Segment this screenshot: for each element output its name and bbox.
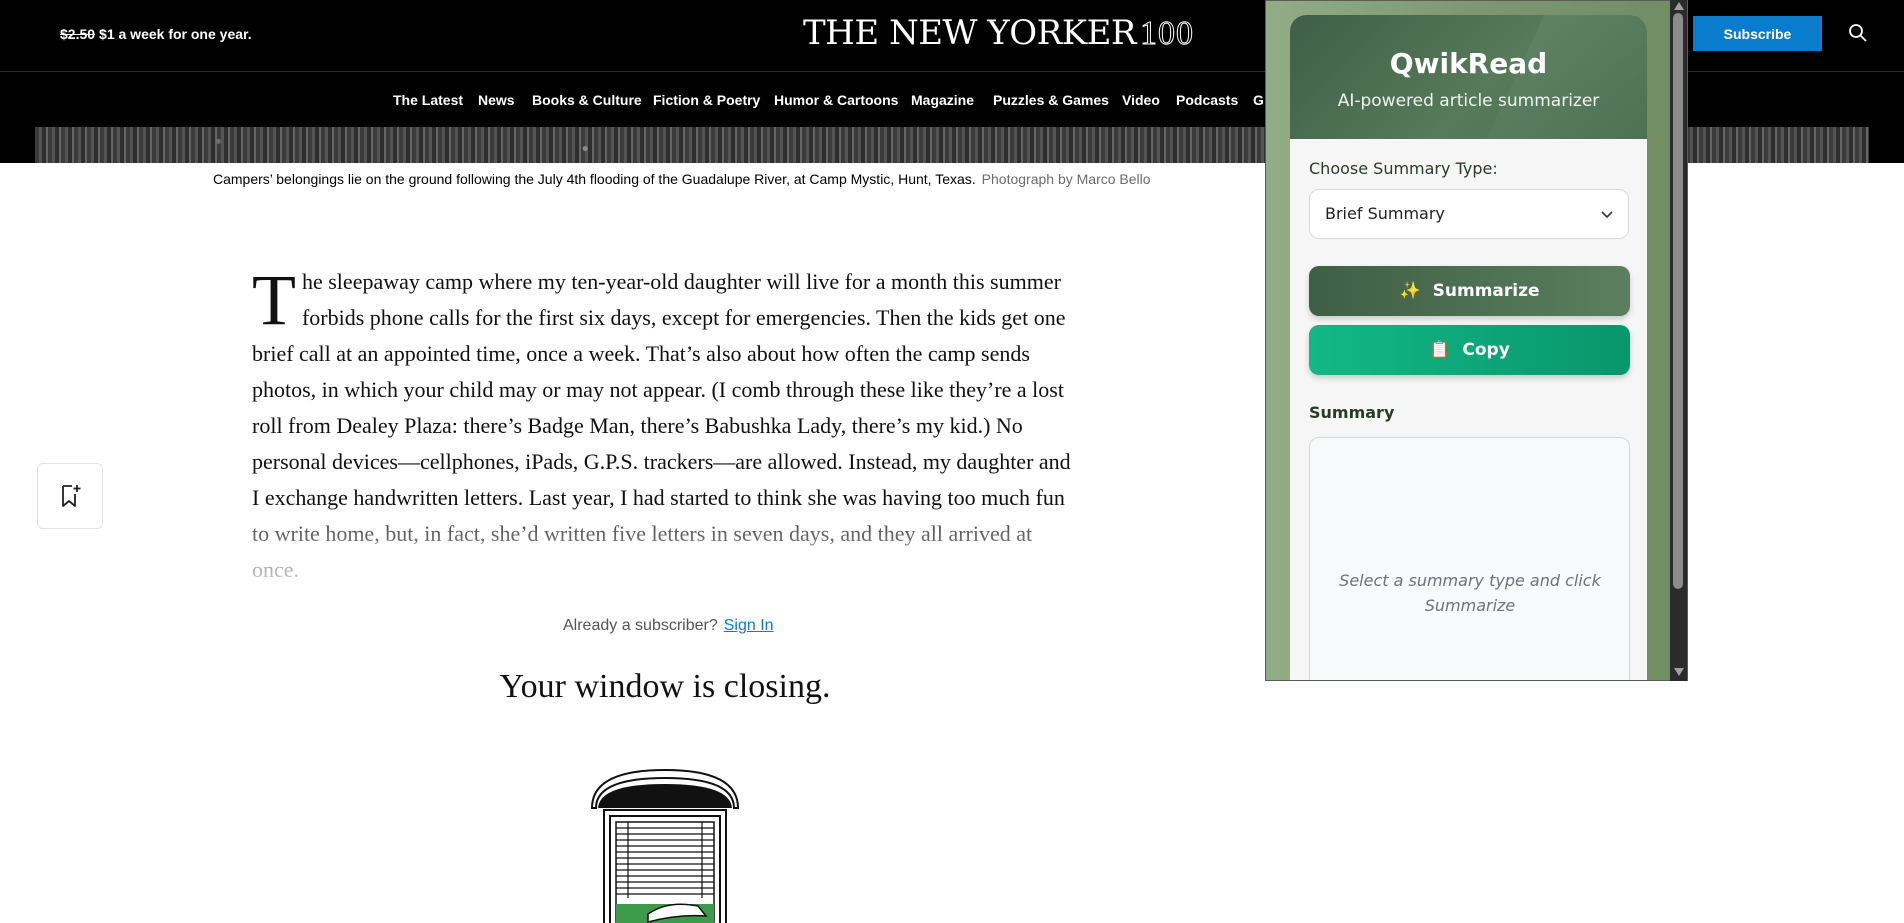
popup-scrollbar[interactable] — [1670, 0, 1687, 681]
summary-heading: Summary — [1309, 403, 1395, 422]
nav-item-news[interactable]: News — [478, 92, 515, 108]
subscribe-button[interactable]: Subscribe — [1693, 16, 1822, 51]
selected-summary-type: Brief Summary — [1325, 204, 1445, 223]
drop-cap: T — [252, 260, 296, 340]
chevron-down-icon — [1601, 211, 1613, 219]
copy-button[interactable]: 📋 Copy — [1309, 325, 1630, 375]
nav-item-the-latest[interactable]: The Latest — [393, 92, 463, 108]
search-icon[interactable] — [1848, 23, 1868, 43]
site-logo[interactable]: THE NEW YORKER 100 — [803, 13, 1194, 53]
nav-item-video[interactable]: Video — [1122, 92, 1160, 108]
scroll-down-arrow-icon[interactable] — [1674, 668, 1684, 676]
summarize-button[interactable]: ✨ Summarize — [1309, 266, 1630, 316]
hero-border-right — [1869, 127, 1904, 163]
logo-text: THE NEW YORKER — [803, 13, 1137, 53]
nav-item-puzzles-games[interactable]: Puzzles & Games — [993, 92, 1109, 108]
nav-item-truncated[interactable]: G — [1253, 92, 1264, 108]
summary-placeholder: Select a summary type and click Summariz… — [1339, 571, 1601, 615]
sign-in-link[interactable]: Sign In — [724, 617, 774, 634]
promo-text: $1 a week for one year. — [99, 26, 252, 42]
subscriber-prompt: Already a subscriber? Sign In — [563, 617, 774, 635]
clipboard-icon: 📋 — [1429, 340, 1451, 360]
summarize-label: Summarize — [1432, 281, 1540, 301]
summary-type-label: Choose Summary Type: — [1309, 159, 1498, 178]
photo-credit: Photograph by Marco Bello — [981, 171, 1151, 187]
promo-banner[interactable]: $2.50 $1 a week for one year. — [60, 26, 252, 42]
popup-card: QwikRead AI-powered article summarizer C… — [1290, 15, 1647, 680]
summary-output[interactable]: Select a summary type and click Summariz… — [1309, 437, 1630, 680]
promo-old-price: $2.50 — [60, 26, 96, 42]
extension-popup: QwikRead AI-powered article summarizer C… — [1265, 0, 1688, 681]
already-subscriber-text: Already a subscriber? — [563, 617, 718, 634]
paywall-fade — [240, 508, 1100, 590]
scroll-up-arrow-icon[interactable] — [1674, 2, 1684, 10]
paywall-headline: Your window is closing. — [499, 668, 831, 705]
hero-border-left — [0, 127, 35, 163]
sparkles-icon: ✨ — [1399, 281, 1421, 301]
nav-item-podcasts[interactable]: Podcasts — [1176, 92, 1238, 108]
bookmark-button[interactable] — [37, 463, 103, 529]
logo-anniversary: 100 — [1140, 15, 1195, 53]
copy-label: Copy — [1462, 340, 1510, 360]
image-caption: Campers’ belongings lie on the ground fo… — [213, 171, 1151, 187]
nav-item-humor-cartoons[interactable]: Humor & Cartoons — [774, 92, 898, 108]
bookmark-add-icon — [62, 485, 81, 507]
scrollbar-thumb[interactable] — [1673, 13, 1683, 589]
window-illustration — [590, 768, 740, 923]
nav-item-books-culture[interactable]: Books & Culture — [532, 92, 642, 108]
caption-text: Campers’ belongings lie on the ground fo… — [213, 171, 976, 187]
nav-item-fiction-poetry[interactable]: Fiction & Poetry — [653, 92, 760, 108]
summary-type-select[interactable]: Brief Summary — [1309, 189, 1629, 239]
extension-subtitle: AI-powered article summarizer — [1337, 91, 1600, 111]
extension-title: QwikRead — [1389, 47, 1548, 80]
nav-item-magazine[interactable]: Magazine — [911, 92, 974, 108]
